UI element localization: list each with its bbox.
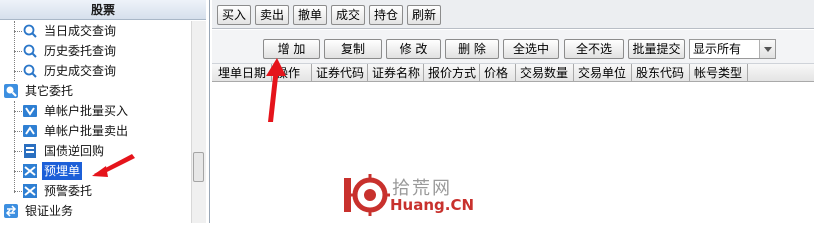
tree-guide xyxy=(14,31,22,32)
tree-item[interactable]: 单帐户批量卖出 xyxy=(0,121,191,141)
tree-item-label: 银证业务 xyxy=(25,204,74,218)
tree-item[interactable]: 其它委托 xyxy=(0,81,191,101)
tree-item-label: 预警委托 xyxy=(44,184,93,198)
chevron-down-icon[interactable] xyxy=(759,40,775,58)
search-doc-icon xyxy=(22,43,38,59)
batch-buy-icon xyxy=(22,103,38,119)
delete-button[interactable]: 删 除 xyxy=(445,39,499,59)
tree-item-label: 历史委托查询 xyxy=(44,44,117,58)
tree-guide xyxy=(14,131,22,132)
filter-value: 显示所有 xyxy=(693,42,742,56)
select-all-button[interactable]: 全选中 xyxy=(503,39,559,59)
column-header[interactable]: 证券名称 xyxy=(368,64,424,82)
action-bar: 显示所有 增 加复制修 改删 除全选中 全不选 批量提交 xyxy=(212,30,814,64)
column-header[interactable]: 交易单位 xyxy=(574,64,632,82)
watermark-name-en: Huang.CN xyxy=(390,196,475,214)
display-filter-select[interactable]: 显示所有 xyxy=(689,39,776,59)
tree-item-label: 预埋单 xyxy=(42,162,83,180)
column-header[interactable]: 帐号类型 xyxy=(690,64,748,82)
trades-button[interactable]: 成交 xyxy=(331,5,365,25)
bond-icon xyxy=(22,143,38,159)
edit-button[interactable]: 修 改 xyxy=(386,39,441,59)
positions-button[interactable]: 持仓 xyxy=(369,5,403,25)
column-header[interactable]: 报价方式 xyxy=(424,64,480,82)
annotation-arrow-left-icon xyxy=(92,154,135,177)
batch-submit-button[interactable]: 批量提交 xyxy=(628,39,685,59)
watermark: 拾荒网 Huang.CN xyxy=(340,172,500,218)
tree-item-label: 其它委托 xyxy=(25,84,74,98)
table-header: 埋单日期 操作 证券代码 证券名称 报价方式 价格 交易数量 交易单位 股东代码 帐号类型 xyxy=(212,64,814,82)
tree-guide xyxy=(14,71,22,72)
tree-item-label: 历史成交查询 xyxy=(44,64,117,78)
sell-button[interactable]: 卖出 xyxy=(255,5,289,25)
column-header[interactable]: 交易数量 xyxy=(516,64,574,82)
tree-item-label: 当日成交查询 xyxy=(44,24,117,38)
tree-item[interactable]: 银证业务 xyxy=(0,201,191,221)
column-header[interactable]: 价格 xyxy=(480,64,516,82)
tree-item[interactable]: 历史委托查询 xyxy=(0,41,191,61)
bank-transfer-icon xyxy=(3,203,19,219)
tree-item-label: 单帐户批量买入 xyxy=(44,104,129,118)
tree-guide xyxy=(14,51,22,52)
tree-item[interactable]: 历史成交查询 xyxy=(0,61,191,81)
tree-guide xyxy=(14,191,22,192)
tree-guide xyxy=(14,171,22,172)
preorder-table-body[interactable] xyxy=(212,83,814,223)
copy-button[interactable]: 复制 xyxy=(324,39,382,59)
left-nav-panel: 股票 当日成交查询 历史委托查询 历史成交查询 其它委托 单帐户批量买入 单帐户批量卖出国… xyxy=(0,0,210,223)
refresh-button[interactable]: 刷新 xyxy=(407,5,441,25)
alert-order-icon xyxy=(22,183,38,199)
column-header[interactable]: 证券代码 xyxy=(312,64,368,82)
scrollbar-thumb[interactable] xyxy=(193,152,204,182)
annotation-arrow-up-icon xyxy=(266,58,286,122)
search-doc-icon xyxy=(22,63,38,79)
cancel-order-button[interactable]: 撤单 xyxy=(293,5,327,25)
deselect-all-button[interactable]: 全不选 xyxy=(564,39,624,59)
tree-guide xyxy=(14,111,22,112)
tree-item[interactable]: 预警委托 xyxy=(0,181,191,201)
buy-button[interactable]: 买入 xyxy=(217,5,251,25)
search-doc-icon xyxy=(22,23,38,39)
main-panel: 买入 卖出 撤单 成交 持仓 刷新 显示所有 增 加复制修 改删 除全选中 全不选 批量提交 … xyxy=(212,0,814,223)
folder-search-icon xyxy=(3,83,19,99)
tree-item-label: 单帐户批量卖出 xyxy=(44,124,129,138)
scrollbar-track[interactable] xyxy=(191,21,206,223)
preorder-icon xyxy=(22,163,38,179)
watermark-logo-icon xyxy=(344,174,390,216)
batch-sell-icon xyxy=(22,123,38,139)
tree-item[interactable]: 当日成交查询 xyxy=(0,21,191,41)
tree-item[interactable]: 单帐户批量买入 xyxy=(0,101,191,121)
column-header[interactable]: 股东代码 xyxy=(632,64,690,82)
top-toolbar: 买入 卖出 撤单 成交 持仓 刷新 xyxy=(212,0,814,29)
tree-guide xyxy=(14,151,22,152)
panel-header: 股票 xyxy=(0,0,206,20)
